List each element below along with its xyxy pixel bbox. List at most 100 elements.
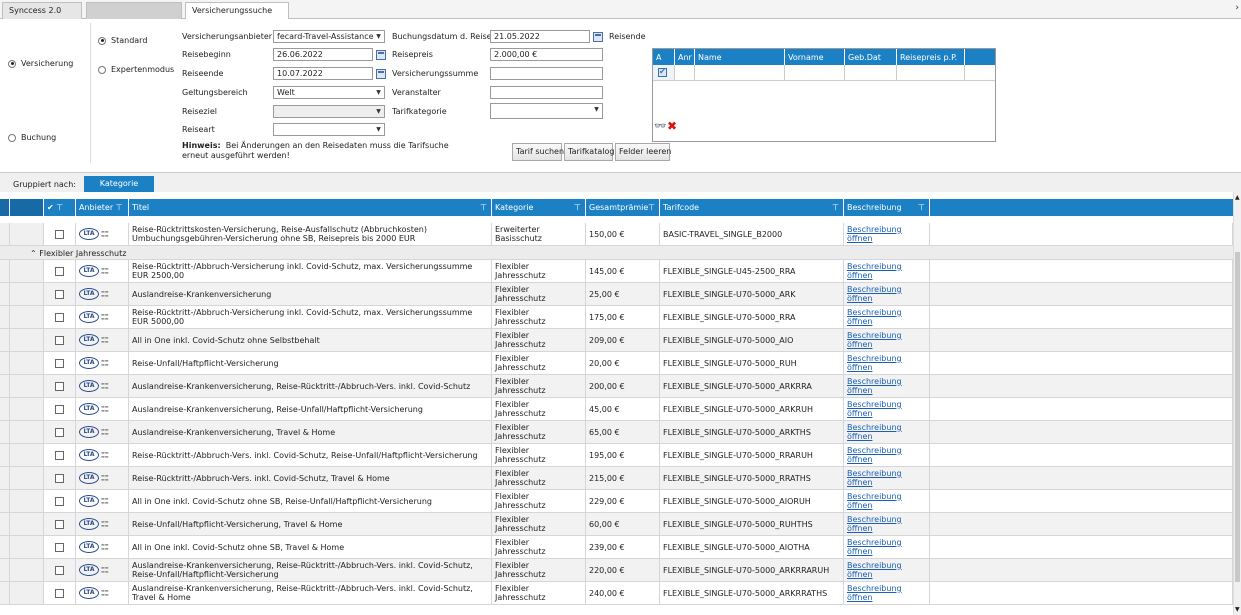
table-cell[interactable] (44, 375, 76, 397)
table-cell[interactable]: Beschreibung öffnen (844, 223, 930, 245)
radio-versicherung[interactable]: Versicherung (8, 59, 73, 68)
binoculars-icon[interactable]: 👓 (654, 121, 666, 132)
anbieter-select[interactable]: fecard-Travel-Assistance ▼ (273, 30, 385, 43)
table-row[interactable]: LTA ▬▬ ▬▬ All in One inkl. Covid-Schutz ohn… (0, 490, 1233, 513)
reiseziel-select[interactable]: ▼ (273, 105, 385, 118)
beschreibung-link[interactable]: Beschreibung öffnen (847, 492, 926, 510)
reisende-cell[interactable] (845, 65, 897, 81)
table-cell[interactable]: Beschreibung öffnen (844, 582, 930, 604)
beschreibung-link[interactable]: Beschreibung öffnen (847, 584, 926, 602)
checkbox[interactable] (55, 229, 64, 239)
checkbox[interactable] (55, 473, 64, 483)
radio-standard[interactable]: Standard (98, 36, 147, 45)
radio-buchung[interactable]: Buchung (8, 133, 56, 142)
table-cell[interactable]: Beschreibung öffnen (844, 490, 930, 512)
calendar-icon[interactable] (593, 32, 603, 42)
table-cell[interactable] (44, 490, 76, 512)
table-row[interactable]: LTA ▬▬ ▬▬ Reise-Rücktritt-/Abbruch-Vers. in… (0, 444, 1233, 467)
filter-icon[interactable]: ⊤ (918, 203, 925, 212)
checkbox[interactable] (55, 381, 64, 391)
table-cell[interactable]: Beschreibung öffnen (844, 559, 930, 581)
tab-blurred[interactable] (86, 2, 182, 19)
table-cell[interactable]: Beschreibung öffnen (844, 306, 930, 328)
filter-icon[interactable]: ⊤ (56, 203, 63, 212)
table-row[interactable]: LTA ▬▬ ▬▬ Reise-Unfall/Haftpflicht-Versiche… (0, 352, 1233, 375)
reisebeginn-input[interactable]: 26.06.2022 (273, 48, 373, 61)
table-cell[interactable] (44, 398, 76, 420)
reisende-cell[interactable] (785, 65, 845, 81)
beschreibung-link[interactable]: Beschreibung öffnen (847, 225, 926, 243)
filter-icon[interactable]: ⊤ (574, 203, 581, 212)
table-cell[interactable] (44, 306, 76, 328)
beschreibung-link[interactable]: Beschreibung öffnen (847, 285, 926, 303)
table-cell[interactable]: Beschreibung öffnen (844, 467, 930, 489)
filter-icon[interactable]: ⊤ (648, 203, 655, 212)
checkbox[interactable] (55, 450, 64, 460)
table-row[interactable]: LTA ▬▬ ▬▬ Reise-Rücktritt-/Abbruch-Versiche… (0, 306, 1233, 329)
tarifkatalog-button[interactable]: Tarifkatalog (564, 143, 614, 161)
table-cell[interactable]: Beschreibung öffnen (844, 536, 930, 558)
table-row[interactable]: LTA ▬▬ ▬▬ Auslandreise-Krankenversicherung,… (0, 398, 1233, 421)
table-row[interactable]: LTA ▬▬ ▬▬ Auslandreise-Krankenversicherung,… (0, 421, 1233, 444)
reisepreis-input[interactable]: 2.000,00 € (490, 48, 603, 61)
table-cell[interactable] (44, 582, 76, 604)
grid-header-check[interactable]: ✔ ⊤ (44, 199, 76, 216)
table-row[interactable]: LTA ▬▬ ▬▬ Auslandreise-Krankenversicherung F… (0, 283, 1233, 306)
table-cell[interactable]: Beschreibung öffnen (844, 352, 930, 374)
checkbox[interactable] (55, 542, 64, 552)
table-cell[interactable] (44, 223, 76, 245)
grid-header-titel[interactable]: Titel ⊤ (129, 199, 492, 216)
beschreibung-link[interactable]: Beschreibung öffnen (847, 423, 926, 441)
table-cell[interactable]: Beschreibung öffnen (844, 398, 930, 420)
grid-header-tarifcode[interactable]: Tarifcode ⊤ (660, 199, 844, 216)
table-row[interactable]: LTA ▬▬ ▬▬ All in One inkl. Covid-Schutz ohn… (0, 329, 1233, 352)
tarif-suchen-button[interactable]: Tarif suchen (512, 143, 564, 161)
tarifkategorie-select[interactable]: ▼ (490, 103, 603, 119)
table-cell[interactable] (44, 283, 76, 305)
table-row[interactable]: LTA ▬▬ ▬▬ Reise-Rücktritt-/Abbruch-Versiche… (0, 260, 1233, 283)
beschreibung-link[interactable]: Beschreibung öffnen (847, 262, 926, 280)
reiseart-select[interactable]: ▼ (273, 123, 385, 136)
calendar-icon[interactable] (376, 69, 386, 79)
table-row[interactable]: LTA ▬▬ ▬▬ Reise-Unfall/Haftpflicht-Versiche… (0, 513, 1233, 536)
table-cell[interactable] (44, 559, 76, 581)
checkbox[interactable] (55, 266, 64, 276)
beschreibung-link[interactable]: Beschreibung öffnen (847, 515, 926, 533)
checkbox[interactable] (55, 565, 64, 575)
checkbox[interactable] (55, 358, 64, 368)
table-row[interactable]: LTA ▬▬ ▬▬ Reise-Rücktritt-/Abbruch-Vers. in… (0, 467, 1233, 490)
table-row[interactable]: LTA ▬▬ ▬▬ Reise-Rücktrittskosten-Versicheru… (0, 223, 1233, 246)
buchungsdatum-input[interactable]: 21.05.2022 (490, 30, 590, 43)
table-row[interactable]: LTA ▬▬ ▬▬ Auslandreise-Krankenversicherung,… (0, 375, 1233, 398)
table-cell[interactable]: Beschreibung öffnen (844, 513, 930, 535)
table-cell[interactable] (44, 467, 76, 489)
checkbox[interactable] (55, 404, 64, 414)
beschreibung-link[interactable]: Beschreibung öffnen (847, 446, 926, 464)
checkbox[interactable] (55, 588, 64, 598)
table-cell[interactable]: Beschreibung öffnen (844, 375, 930, 397)
table-cell[interactable]: Beschreibung öffnen (844, 283, 930, 305)
table-cell[interactable]: Beschreibung öffnen (844, 421, 930, 443)
geltungsbereich-select[interactable]: Welt ▼ (273, 86, 385, 99)
reisende-cell[interactable] (675, 65, 695, 81)
table-row[interactable]: LTA ▬▬ ▬▬ Auslandreise-Krankenversicherung,… (0, 559, 1233, 582)
table-cell[interactable]: Beschreibung öffnen (844, 444, 930, 466)
beschreibung-link[interactable]: Beschreibung öffnen (847, 538, 926, 556)
reisende-cell[interactable] (965, 65, 995, 81)
checkbox[interactable] (55, 312, 64, 322)
radio-expertenmodus[interactable]: Expertenmodus (98, 65, 174, 74)
checkbox[interactable] (55, 289, 64, 299)
table-row[interactable]: LTA ▬▬ ▬▬ Auslandreise-Krankenversicherung,… (0, 582, 1233, 605)
checkbox[interactable] (55, 496, 64, 506)
versicherungssumme-input[interactable] (490, 67, 603, 80)
checkbox[interactable] (658, 67, 667, 77)
chevron-up-icon[interactable]: ▲ (1235, 194, 1240, 201)
filter-icon[interactable]: ⊤ (480, 203, 487, 212)
reisende-cell[interactable] (695, 65, 785, 81)
chevron-up-icon[interactable]: ⌃ (30, 249, 37, 258)
beschreibung-link[interactable]: Beschreibung öffnen (847, 308, 926, 326)
grid-header-beschreibung[interactable]: Beschreibung ⊤ (844, 199, 930, 216)
veranstalter-input[interactable] (490, 86, 603, 99)
table-cell[interactable] (44, 260, 76, 282)
table-cell[interactable] (44, 444, 76, 466)
